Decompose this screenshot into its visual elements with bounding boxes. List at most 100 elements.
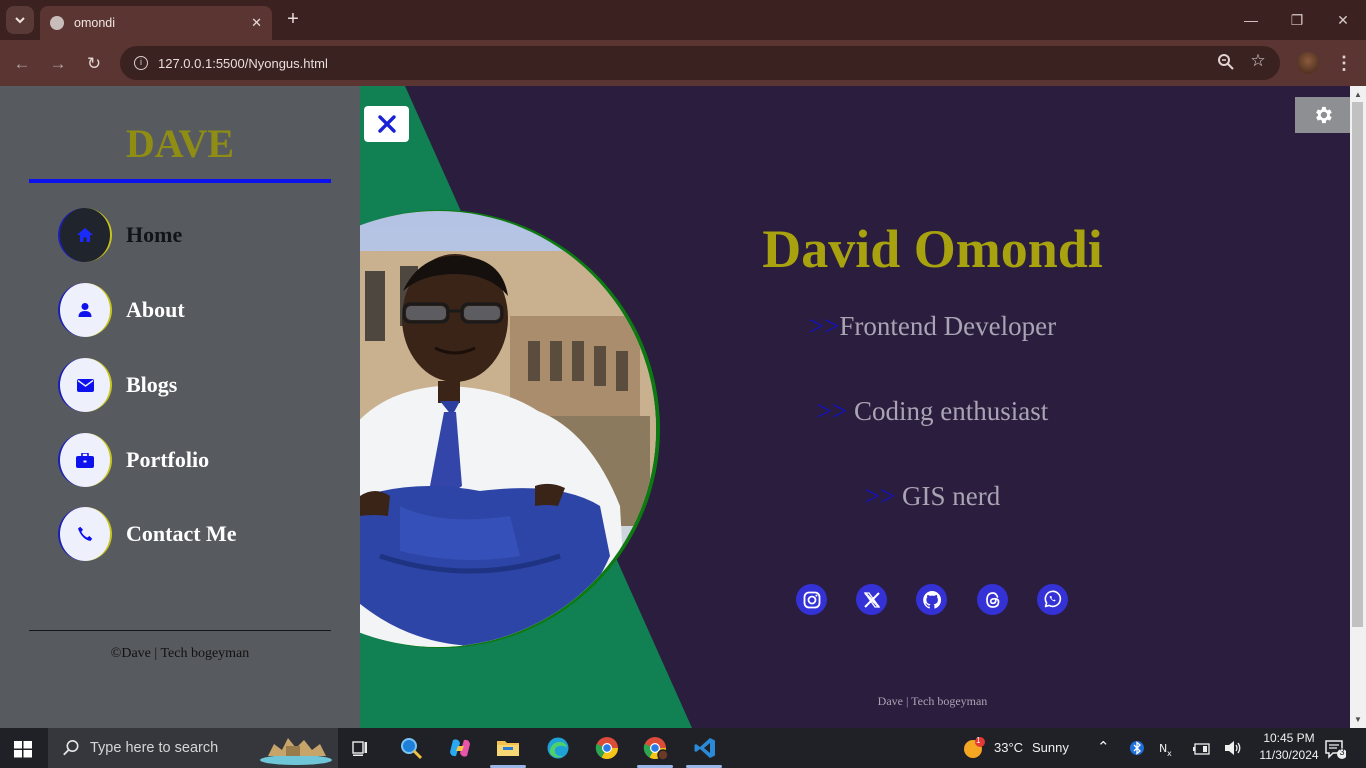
x-twitter-icon [863, 591, 880, 608]
browser-tab[interactable]: omondi ✕ [40, 6, 272, 40]
brand-title: DAVE [125, 121, 235, 166]
role-arrow: >> [864, 481, 896, 511]
nav-label-contact: Contact Me [126, 521, 237, 546]
search-highlight-icon [260, 738, 332, 765]
sidebar-divider [29, 630, 331, 631]
file-explorer-app[interactable] [492, 733, 524, 763]
gear-icon [1315, 106, 1332, 124]
scroll-up-arrow[interactable]: ▲ [1350, 88, 1366, 102]
hero-role-2: >> Coding enthusiast [660, 396, 1205, 427]
web-page: DAVE Home About Blogs Portfolio Contact … [0, 86, 1350, 728]
social-github[interactable] [916, 584, 947, 615]
nav-item-contact[interactable]: Contact Me [58, 507, 237, 561]
battery-icon[interactable] [1193, 742, 1211, 760]
bluetooth-icon[interactable] [1130, 739, 1144, 762]
edge-app[interactable] [542, 733, 574, 763]
hero-name: David Omondi [762, 219, 1103, 279]
reload-button[interactable]: ↻ [82, 52, 106, 76]
hero-role-1: >>Frontend Developer [660, 311, 1205, 342]
notification-count: 3 [1339, 747, 1345, 757]
chrome-profile-app[interactable] [640, 733, 672, 763]
window-close-button[interactable]: ✕ [1328, 8, 1358, 32]
clock-time[interactable]: 10:45 PM [1257, 731, 1321, 745]
profile-avatar[interactable] [1297, 52, 1319, 74]
chrome-app[interactable] [591, 733, 623, 763]
task-view-icon [352, 741, 367, 756]
weather-temp: 33°C [994, 740, 1024, 755]
new-tab-button[interactable]: + [282, 8, 304, 30]
envelope-icon [58, 358, 112, 412]
instagram-icon [803, 591, 820, 608]
task-view-button[interactable] [344, 733, 376, 763]
bookmark-star-icon[interactable]: ☆ [1248, 51, 1268, 71]
url-text: 127.0.0.1:5500/Nyongus.html [158, 55, 328, 71]
volume-icon[interactable] [1224, 740, 1242, 761]
role-text: GIS nerd [895, 481, 1001, 511]
notification-center-button[interactable]: 3 [1324, 738, 1347, 765]
nav-label-about: About [126, 297, 185, 322]
restore-button[interactable]: ❐ [1282, 8, 1312, 32]
scroll-down-arrow[interactable]: ▼ [1350, 713, 1366, 727]
nav-label-home: Home [126, 222, 183, 247]
browser-menu-icon[interactable]: ⋮ [1334, 52, 1354, 74]
role-text: Coding enthusiast [847, 396, 1049, 426]
brand-underline [29, 179, 331, 183]
briefcase-icon [58, 433, 112, 487]
back-button[interactable]: ← [10, 52, 34, 76]
nav-label-portfolio: Portfolio [126, 447, 210, 472]
minimize-button[interactable]: — [1236, 8, 1266, 32]
social-x-twitter[interactable] [856, 584, 887, 615]
magnifier-app-icon [401, 738, 423, 760]
chevron-down-icon [15, 17, 25, 24]
close-sidebar-button[interactable] [364, 106, 409, 142]
search-icon [63, 740, 79, 756]
sidebar-footer: ©Dave | Tech bogeyman [110, 646, 250, 661]
nav-item-about[interactable]: About [58, 283, 185, 337]
sidebar: DAVE Home About Blogs Portfolio Contact … [0, 86, 360, 728]
taskbar-search[interactable]: Type here to search [48, 728, 338, 768]
social-instagram[interactable] [796, 584, 827, 615]
site-info-icon[interactable]: i [134, 56, 148, 70]
chrome-icon [595, 737, 618, 759]
weather-widget-icon[interactable]: 1 [962, 736, 986, 759]
nav-item-blogs[interactable]: Blogs [58, 358, 177, 412]
svg-text:N: N [1159, 742, 1167, 755]
tab-search-button[interactable] [6, 6, 34, 34]
windows-start-button[interactable] [12, 738, 34, 760]
scrollbar-thumb[interactable] [1352, 102, 1363, 627]
tray-overflow-chevron-icon[interactable]: ⌃ [1097, 738, 1110, 756]
sun-icon [964, 737, 985, 758]
role-arrow: >> [816, 396, 848, 426]
nav-label-blogs: Blogs [126, 372, 178, 397]
taskbar-search-app[interactable] [395, 733, 427, 763]
edge-icon [547, 737, 569, 759]
vscode-app[interactable] [689, 733, 721, 763]
address-bar[interactable]: i 127.0.0.1:5500/Nyongus.html [120, 46, 1280, 80]
copilot-app[interactable] [444, 733, 476, 763]
social-threads[interactable] [977, 584, 1008, 615]
settings-button[interactable] [1295, 97, 1350, 133]
weather-desc: Sunny [1032, 740, 1069, 755]
onenote-tray-icon[interactable]: Nx [1159, 739, 1177, 762]
user-icon [58, 283, 112, 337]
clock-date[interactable]: 11/30/2024 [1251, 748, 1327, 762]
phone-icon [58, 507, 112, 561]
github-icon [922, 590, 941, 609]
chrome-profile-icon [643, 737, 669, 761]
nav-item-portfolio[interactable]: Portfolio [58, 433, 209, 487]
social-whatsapp[interactable] [1037, 584, 1068, 615]
globe-icon [50, 16, 64, 30]
tab-close-icon[interactable]: ✕ [251, 15, 262, 31]
search-placeholder: Type here to search [90, 740, 219, 756]
role-text: Frontend Developer [839, 311, 1057, 341]
nav-item-home[interactable]: Home [58, 208, 182, 262]
folder-icon [497, 741, 519, 756]
svg-text:x: x [1167, 749, 1172, 757]
windows-logo-icon [14, 741, 32, 758]
role-arrow: >> [808, 311, 840, 341]
copilot-icon [450, 739, 470, 757]
hero-graphic [360, 86, 692, 728]
forward-button[interactable]: → [46, 52, 70, 76]
zoom-icon[interactable] [1216, 53, 1236, 73]
weather-badge: 1 [976, 736, 981, 745]
